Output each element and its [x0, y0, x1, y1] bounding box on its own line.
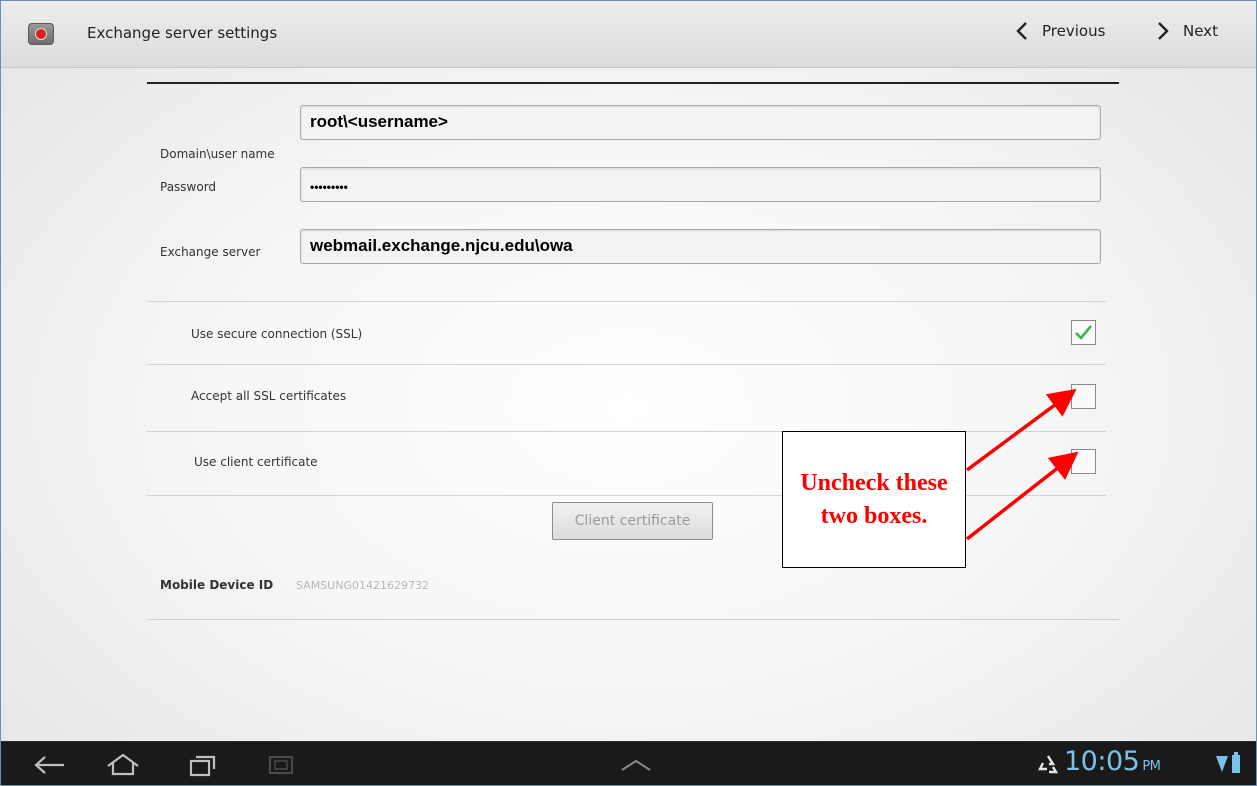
arrow-to-client-cert: [965, 451, 1079, 541]
previous-button[interactable]: Previous: [1016, 21, 1105, 41]
client-certificate-button[interactable]: Client certificate: [552, 502, 713, 540]
exchange-server-label: Exchange server: [160, 245, 261, 259]
back-arrow-icon[interactable]: [33, 754, 67, 776]
wifi-icon: [1216, 756, 1228, 772]
password-field[interactable]: •••••••••: [300, 167, 1101, 202]
ssl-option-label: Use secure connection (SSL): [191, 327, 363, 341]
top-divider: [147, 82, 1119, 84]
clock-ampm: PM: [1142, 759, 1161, 774]
title-bar: Exchange server settings Previous Next: [1, 1, 1256, 68]
screenshot-icon[interactable]: [267, 754, 295, 776]
bottom-divider: [147, 619, 1119, 620]
next-button[interactable]: Next: [1157, 21, 1218, 41]
password-label: Password: [160, 180, 217, 194]
chevron-up-icon[interactable]: [618, 757, 654, 773]
battery-icon: [1232, 752, 1240, 773]
home-icon[interactable]: [105, 752, 141, 778]
chevron-left-icon: [1016, 22, 1027, 40]
client-cert-checkbox[interactable]: [1071, 449, 1096, 474]
email-app-icon: [28, 23, 54, 45]
recycle-icon: [1038, 755, 1059, 774]
ssl-checkbox[interactable]: [1071, 320, 1096, 345]
clock-time: 10:05: [1064, 746, 1140, 777]
annotation-callout: Uncheck these two boxes.: [782, 431, 966, 568]
page-title: Exchange server settings: [87, 24, 278, 42]
recent-apps-icon[interactable]: [188, 753, 218, 777]
exchange-server-field[interactable]: webmail.exchange.njcu.edu\owa: [300, 229, 1101, 264]
username-label: Domain\user name: [160, 147, 275, 161]
previous-label: Previous: [1042, 22, 1106, 40]
username-field[interactable]: root\<username>: [300, 105, 1101, 140]
clock: 10:05 PM: [1064, 746, 1161, 777]
next-label: Next: [1183, 22, 1218, 40]
accept-ssl-option-label: Accept all SSL certificates: [191, 389, 347, 403]
checkmark-icon: [1075, 325, 1092, 340]
system-bar: 10:05 PM: [1, 741, 1256, 785]
accept-ssl-checkbox[interactable]: [1071, 384, 1096, 409]
client-cert-option-label: Use client certificate: [194, 455, 318, 469]
device-id-value: SAMSUNG01421629732: [296, 579, 429, 592]
window: Exchange server settings Previous Next D…: [0, 0, 1257, 786]
device-id-label: Mobile Device ID: [160, 578, 274, 592]
section-divider: [147, 301, 1106, 302]
row-divider: [147, 364, 1106, 365]
chevron-right-icon: [1158, 22, 1169, 40]
